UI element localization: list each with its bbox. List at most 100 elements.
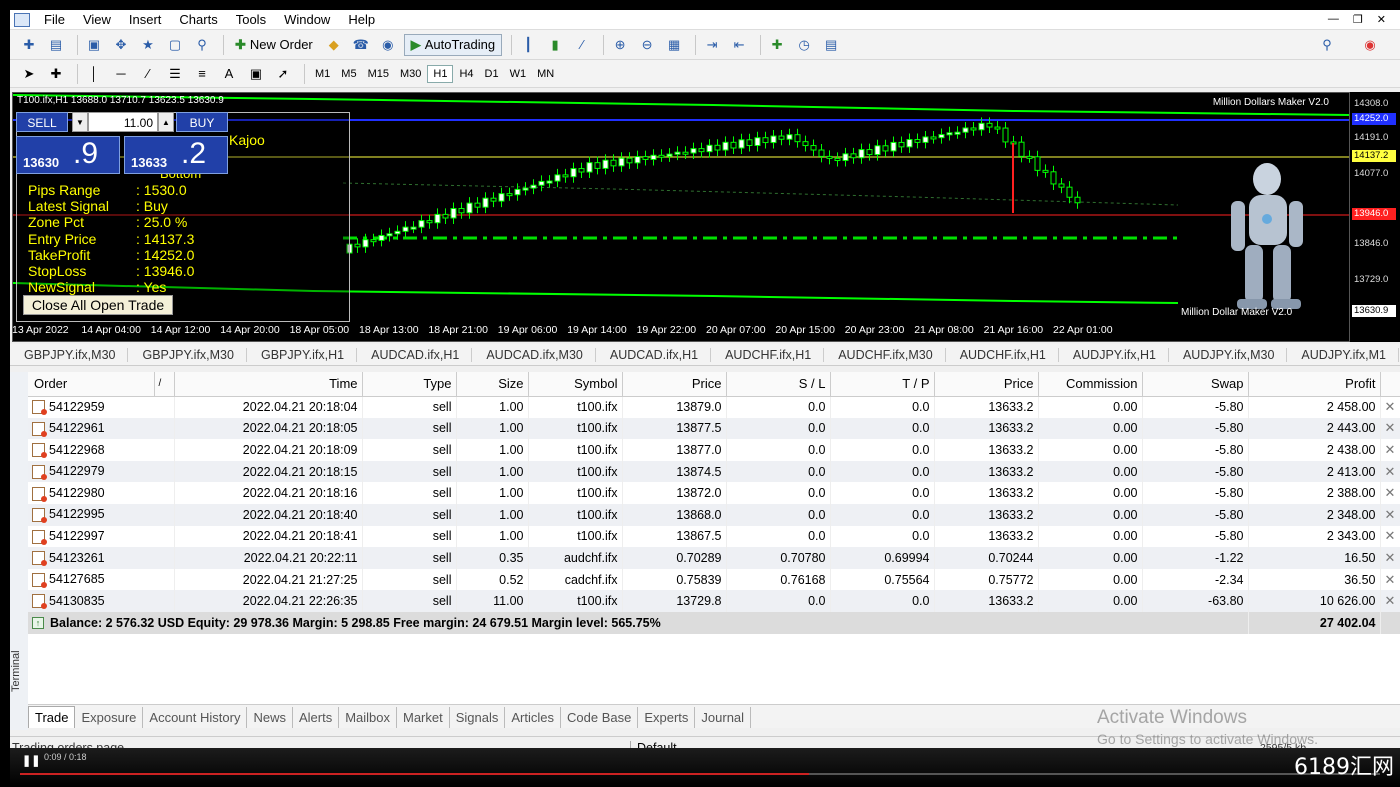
table-row[interactable]: 54122997 2022.04.21 20:18:41 sell 1.00 t100.… [28, 525, 1400, 548]
new-order-button[interactable]: ✚ New Order [229, 34, 319, 56]
restore-icon[interactable]: ❐ [1353, 13, 1363, 26]
terminal-tab-articles[interactable]: Articles [505, 707, 561, 728]
close-order-icon[interactable]: ✕ [1380, 590, 1400, 612]
terminal-tab-journal[interactable]: Journal [695, 707, 752, 728]
bid-price-button[interactable]: 13630 .9 [16, 136, 120, 174]
lot-input[interactable]: 11.00 [88, 112, 158, 132]
chart-tab[interactable]: AUDCHF.ifx,H1 [946, 347, 1059, 362]
notifications-icon[interactable]: ◉ [1359, 35, 1381, 55]
candlestick-icon[interactable]: ▮ [544, 35, 566, 55]
close-order-icon[interactable]: ✕ [1380, 503, 1400, 526]
terminal-tab-code-base[interactable]: Code Base [561, 707, 639, 728]
timeframe-m1[interactable]: M1 [310, 66, 335, 82]
zoom-out-icon[interactable]: ⊖ [636, 35, 658, 55]
close-order-icon[interactable]: ✕ [1380, 460, 1400, 483]
lot-up-icon[interactable]: ▲ [158, 112, 174, 132]
close-order-icon[interactable]: ✕ [1380, 439, 1400, 461]
terminal-tab-market[interactable]: Market [397, 707, 450, 728]
table-row[interactable]: 54127685 2022.04.21 21:27:25 sell 0.52 cadch… [28, 568, 1400, 591]
fibonacci-icon[interactable]: ≡ [191, 64, 213, 84]
col-size[interactable]: Size [456, 372, 529, 397]
close-order-icon[interactable]: ✕ [1380, 568, 1400, 591]
navigator-icon[interactable]: ★ [137, 35, 159, 55]
table-row[interactable]: 54122979 2022.04.21 20:18:15 sell 1.00 t100.… [28, 460, 1400, 483]
buy-button[interactable]: BUY [176, 112, 228, 132]
menu-insert[interactable]: Insert [125, 12, 176, 27]
col-commission[interactable]: Commission [1038, 372, 1143, 397]
terminal-tab-alerts[interactable]: Alerts [293, 707, 340, 728]
terminal-tab-account-history[interactable]: Account History [143, 707, 248, 728]
chart-tab[interactable]: GBPJPY.ifx,M30 [10, 347, 129, 362]
chart-tab[interactable]: AUDCAD.ifx,H1 [357, 347, 473, 362]
col-sl[interactable]: S / L [726, 372, 831, 397]
data-window-icon[interactable]: ✥ [110, 35, 132, 55]
table-row[interactable]: 54122968 2022.04.21 20:18:09 sell 1.00 t100.… [28, 439, 1400, 461]
chart-tab[interactable]: AUDCHF.ifx,H1 [711, 347, 825, 362]
close-order-icon[interactable]: ✕ [1380, 417, 1400, 440]
profiles-icon[interactable]: ▤ [45, 35, 67, 55]
terminal-tab-news[interactable]: News [247, 707, 293, 728]
zoom-in-icon[interactable]: ⊕ [609, 35, 631, 55]
search-icon[interactable]: ⚲ [1316, 35, 1338, 55]
col-time[interactable]: Time [174, 372, 363, 397]
timeframe-h1[interactable]: H1 [427, 64, 454, 83]
table-row[interactable]: 54130835 2022.04.21 22:26:35 sell 11.00 t100… [28, 590, 1400, 612]
menu-charts[interactable]: Charts [175, 12, 231, 27]
market-watch-icon[interactable]: ▣ [83, 35, 105, 55]
table-row[interactable]: 54122961 2022.04.21 20:18:05 sell 1.00 t100.… [28, 417, 1400, 440]
periods-icon[interactable]: ◷ [793, 35, 815, 55]
close-all-button[interactable]: Close All Open Trade [23, 295, 173, 315]
video-progress[interactable] [20, 773, 1380, 775]
signals-icon[interactable]: ☎ [350, 35, 372, 55]
channel-icon[interactable]: ☰ [164, 64, 186, 84]
chart-shift-icon[interactable]: ⇤ [728, 35, 750, 55]
timeframe-d1[interactable]: D1 [480, 66, 504, 82]
col-swap[interactable]: Swap [1142, 372, 1249, 397]
indicators-icon[interactable]: ✚ [766, 35, 788, 55]
cursor-icon[interactable]: ➤ [18, 64, 40, 84]
close-icon[interactable]: ✕ [1377, 13, 1386, 26]
menu-file[interactable]: File [40, 12, 79, 27]
col-price[interactable]: Price [622, 372, 727, 397]
table-row[interactable]: 54123261 2022.04.21 20:22:11 sell 0.35 audch… [28, 547, 1400, 569]
bar-chart-icon[interactable]: ┃ [517, 35, 539, 55]
tile-windows-icon[interactable]: ▦ [663, 35, 685, 55]
terminal-tab-mailbox[interactable]: Mailbox [339, 707, 397, 728]
templates-icon[interactable]: ▤ [820, 35, 842, 55]
menu-help[interactable]: Help [344, 12, 389, 27]
metaeditor-icon[interactable]: ◆ [323, 35, 345, 55]
close-order-icon[interactable]: ✕ [1380, 525, 1400, 548]
close-order-icon[interactable]: ✕ [1380, 396, 1400, 418]
tester-icon[interactable]: ⚲ [191, 35, 213, 55]
timeframe-m15[interactable]: M15 [363, 66, 394, 82]
lot-down-icon[interactable]: ▼ [72, 112, 88, 132]
new-chart-icon[interactable]: ✚ [18, 35, 40, 55]
close-order-icon[interactable]: ✕ [1380, 547, 1400, 569]
chart-tab[interactable]: AUDCAD.ifx,H1 [596, 347, 712, 362]
col-sort[interactable]: / [154, 372, 175, 397]
menu-view[interactable]: View [79, 12, 125, 27]
col-order[interactable]: Order [28, 372, 155, 397]
chart-tab[interactable]: GBPJPY.ifx,M30 [128, 347, 247, 362]
table-row[interactable]: 54122995 2022.04.21 20:18:40 sell 1.00 t100.… [28, 503, 1400, 526]
chart-tab[interactable]: GBPJPY.ifx,H1 [247, 347, 358, 362]
table-row[interactable]: 54122959 2022.04.21 20:18:04 sell 1.00 t100.… [28, 396, 1400, 418]
horizontal-line-icon[interactable]: ─ [110, 64, 132, 84]
col-tp[interactable]: T / P [830, 372, 935, 397]
pause-icon[interactable]: ❚❚ [22, 754, 40, 767]
timeframe-m30[interactable]: M30 [395, 66, 426, 82]
col-symbol[interactable]: Symbol [528, 372, 623, 397]
ask-price-button[interactable]: 13633 .2 [124, 136, 228, 174]
chart-tab[interactable]: AUDCAD.ifx,M30 [472, 347, 596, 362]
terminal-icon[interactable]: ▢ [164, 35, 186, 55]
timeframe-w1[interactable]: W1 [505, 66, 532, 82]
sell-button[interactable]: SELL [16, 112, 68, 132]
timeframe-mn[interactable]: MN [532, 66, 559, 82]
chart-tab[interactable]: AUDJPY.ifx,H1 [1059, 347, 1169, 362]
terminal-tab-experts[interactable]: Experts [638, 707, 696, 728]
table-row[interactable]: 54122980 2022.04.21 20:18:16 sell 1.00 t100.… [28, 482, 1400, 504]
vertical-line-icon[interactable]: │ [83, 64, 105, 84]
terminal-tab-signals[interactable]: Signals [450, 707, 506, 728]
trendline-icon[interactable]: ∕ [137, 64, 159, 84]
chart-tab[interactable]: AUDJPY.ifx,M1 [1287, 347, 1399, 362]
